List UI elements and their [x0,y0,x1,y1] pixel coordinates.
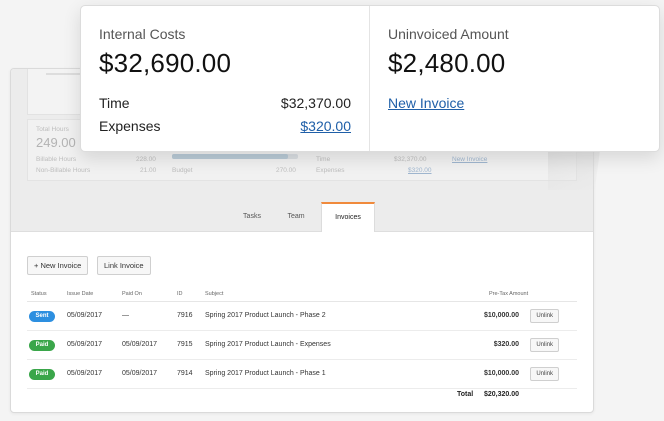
link-invoice-button[interactable]: Link Invoice [97,256,151,275]
total-label: Total [457,391,474,398]
tab-team[interactable]: Team [281,202,311,232]
table-row[interactable]: Paid 05/09/2017 05/09/2017 7915 Spring 2… [27,331,577,360]
billable-hours-value: 228.00 [136,156,156,163]
time-value: $32,370.00 [280,95,351,111]
uninvoiced-label: Uninvoiced Amount [388,26,509,42]
invoice-subject[interactable]: Spring 2017 Product Launch - Expenses [205,341,331,348]
internal-costs-amount: $32,690.00 [99,48,232,78]
expenses-link[interactable]: $320.00 [408,167,432,174]
expenses-line: Expenses $320.00 [99,118,351,134]
col-paid-on: Paid On [122,291,142,297]
internal-costs-label: Internal Costs [99,26,186,42]
invoice-subject[interactable]: Spring 2017 Product Launch - Phase 1 [205,370,326,377]
total-row: Total $20,320.00 [27,389,577,403]
time-label: Time [99,95,130,111]
time-line: Time $32,370.00 [99,95,351,111]
budget-progress-fill [172,154,288,159]
billable-hours-label: Billable Hours [36,156,77,163]
table-row[interactable]: Paid 05/09/2017 05/09/2017 7914 Spring 2… [27,360,577,389]
unlink-button[interactable]: Unlink [530,309,559,323]
paid-on: — [122,312,129,319]
budget-value: 270.00 [276,167,296,174]
col-id: ID [177,291,183,297]
total-hours-block: Total Hours 249.00 [36,126,76,150]
non-billable-hours-label: Non-Billable Hours [36,167,91,174]
table-row[interactable]: Sent 05/09/2017 — 7916 Spring 2017 Produ… [27,302,577,331]
callout-pointer [548,150,600,190]
expenses-label: Expenses [316,167,345,174]
time-value: $32,370.00 [394,156,427,163]
col-status: Status [31,291,47,297]
pretax-amount: $320.00 [493,341,519,348]
expenses-label: Expenses [99,118,161,134]
uninvoiced-amount: $2,480.00 [388,48,506,78]
col-pretax-amount: Pre-Tax Amount [489,291,529,297]
total-hours-label: Total Hours [36,126,69,133]
unlink-button[interactable]: Unlink [530,338,559,352]
invoice-id: 7914 [177,370,193,377]
zoom-callout: Internal Costs $32,690.00 Time $32,370.0… [80,5,660,152]
status-badge: Sent [29,311,55,322]
tab-invoices[interactable]: Invoices [321,202,375,232]
table-header: Status Issue Date Paid On ID Subject Pre… [27,288,577,302]
status-badge: Paid [29,340,55,351]
pretax-amount: $10,000.00 [483,312,519,319]
new-invoice-link[interactable]: New Invoice [388,95,641,111]
budget-label: Budget [172,167,193,174]
new-invoice-link[interactable]: New Invoice [452,156,487,163]
time-label: Time [316,156,331,163]
new-invoice-button[interactable]: + New Invoice [27,256,89,275]
internal-costs-card: Internal Costs $32,690.00 Time $32,370.0… [81,6,370,151]
status-badge: Paid [29,369,55,380]
issue-date: 05/09/2017 [67,312,103,319]
expenses-link[interactable]: $320.00 [300,118,351,134]
issue-date: 05/09/2017 [67,341,103,348]
paid-on: 05/09/2017 [122,370,158,377]
invoice-id: 7916 [177,312,193,319]
uninvoiced-amount-card: Uninvoiced Amount $2,480.00 New Invoice [370,6,659,151]
paid-on: 05/09/2017 [122,341,158,348]
tab-tasks[interactable]: Tasks [237,202,267,232]
total-hours-value: 249.00 [36,135,76,150]
pretax-amount: $10,000.00 [483,370,519,377]
issue-date: 05/09/2017 [67,370,103,377]
non-billable-hours-value: 21.00 [140,167,157,174]
divider [46,73,80,75]
unlink-button[interactable]: Unlink [530,367,559,381]
col-subject: Subject [205,291,224,297]
budget-progress-bar [172,154,298,159]
tab-bar: Tasks Team Invoices [11,202,593,232]
invoice-subject[interactable]: Spring 2017 Product Launch - Phase 2 [205,312,326,319]
total-value: $20,320.00 [483,391,519,398]
invoice-id: 7915 [177,341,193,348]
col-issue-date: Issue Date [67,291,94,297]
